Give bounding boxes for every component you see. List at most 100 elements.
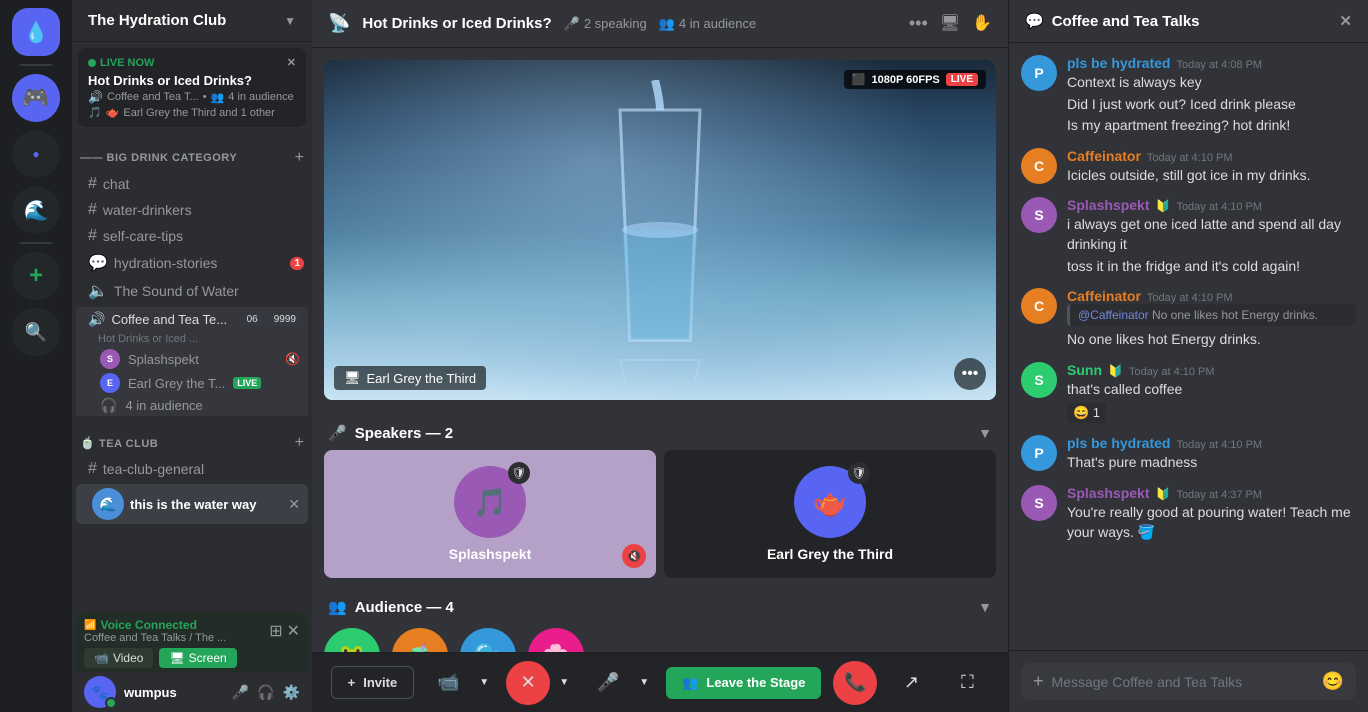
msg-quote: @Caffeinator No one likes hot Energy dri… bbox=[1067, 304, 1356, 326]
audience-grid: 🐸 🧋 🫧 🌸 bbox=[324, 624, 996, 652]
category-name-big-drink: —— BIG DRINK CATEGORY bbox=[80, 152, 237, 164]
video-chevron[interactable]: ▼ bbox=[474, 673, 494, 693]
video-label: Video bbox=[113, 651, 143, 665]
voice-member-name-2: Earl Grey the T... bbox=[128, 376, 225, 391]
video-more-btn[interactable]: ••• bbox=[954, 358, 986, 390]
stage-content: 🎤 Speakers — 2 ▼ 🎵 🛡 Splashspekt 🔇 🫖 🛡 bbox=[312, 412, 1008, 652]
dot-sep: • bbox=[203, 91, 207, 103]
audience-count-meta: 👥 4 in audience bbox=[659, 16, 757, 32]
more-options-icon[interactable]: ••• bbox=[909, 13, 928, 34]
channel-water-drinkers[interactable]: # water-drinkers bbox=[72, 197, 312, 223]
camera-chevron[interactable]: ▼ bbox=[554, 673, 574, 693]
speakers-section-header[interactable]: 🎤 Speakers — 2 ▼ bbox=[324, 412, 996, 450]
hash-icon-3: # bbox=[88, 227, 97, 245]
mic-icon[interactable]: 🎤 bbox=[232, 684, 249, 701]
stage-actions: ••• 🖥 ✋ bbox=[909, 13, 992, 34]
speakers-label: Speakers — 2 bbox=[355, 425, 453, 442]
resolution-text: 1080P 60FPS bbox=[871, 74, 939, 86]
speaker-shield-earl: 🛡 bbox=[848, 462, 870, 484]
chat-input[interactable] bbox=[1052, 674, 1314, 690]
fullscreen-icon: ⛶ bbox=[961, 672, 974, 693]
chat-header: 💬 Coffee and Tea Talks ✕ bbox=[1009, 0, 1368, 43]
invite-button[interactable]: + Invite bbox=[331, 666, 415, 699]
raise-hand-icon[interactable]: ✋ bbox=[972, 13, 992, 34]
video-footer-btn[interactable]: 📹 bbox=[426, 661, 470, 705]
leave-stage-button[interactable]: 👥 Leave the Stage bbox=[666, 667, 821, 699]
channel-name-5: The Sound of Water bbox=[114, 283, 304, 299]
mic-footer-btn[interactable]: 🎤 bbox=[586, 661, 630, 705]
audience-title: 👥 Audience — 4 bbox=[328, 598, 454, 616]
water-way-info: this is the water way bbox=[130, 497, 282, 512]
vc-disconnect-icon[interactable]: ✕ bbox=[287, 621, 300, 641]
voice-member-splash[interactable]: S Splashspekt 🔇 bbox=[76, 347, 308, 371]
server-icon-label2: 🌊 bbox=[24, 198, 49, 223]
msg-content-6: pls be hydrated Today at 4:10 PM That's … bbox=[1067, 435, 1356, 473]
mic-chevron[interactable]: ▼ bbox=[634, 673, 654, 693]
channel-chat[interactable]: # chat bbox=[72, 171, 312, 197]
msg-text-7: You're really good at pouring water! Tea… bbox=[1067, 503, 1356, 542]
stage-title: Hot Drinks or Iced Drinks? bbox=[362, 15, 551, 32]
leave-label: Leave the Stage bbox=[706, 675, 805, 690]
speaker-name-text: Earl Grey the Third bbox=[367, 371, 477, 386]
msg-content-1: pls be hydrated Today at 4:08 PM Context… bbox=[1067, 55, 1356, 136]
water-way-close[interactable]: ✕ bbox=[288, 496, 300, 513]
signal-icon: 📶 bbox=[84, 620, 96, 631]
msg-header-7: Splashspekt 🔰 Today at 4:37 PM bbox=[1067, 485, 1356, 501]
server-icon-3[interactable]: 🌊 bbox=[12, 186, 60, 234]
sidebar-header[interactable]: The Hydration Club ▼ bbox=[72, 0, 312, 42]
chat-message-4: C Caffeinator Today at 4:10 PM @Caffeina… bbox=[1021, 288, 1356, 350]
chat-close-btn[interactable]: ✕ bbox=[1339, 12, 1352, 30]
vc-title: Voice Connected bbox=[100, 618, 196, 632]
voice-channel-header[interactable]: 🔊 Coffee and Tea Te... 06 9999 bbox=[76, 307, 308, 332]
live-banner-close[interactable]: ✕ bbox=[287, 56, 296, 69]
end-call-btn[interactable]: 📞 bbox=[833, 661, 877, 705]
explore-btn[interactable]: 🔍 bbox=[12, 308, 60, 356]
hashtag-icon: 🔊 bbox=[88, 90, 103, 104]
chat-input-wrap: + 😊 bbox=[1021, 663, 1356, 700]
emoji-btn[interactable]: 😊 bbox=[1322, 671, 1344, 692]
user-info: wumpus bbox=[124, 685, 224, 700]
channel-self-care[interactable]: # self-care-tips bbox=[72, 223, 312, 249]
settings-icon[interactable]: ⚙️ bbox=[283, 684, 300, 701]
tea-category-add[interactable]: + bbox=[295, 434, 304, 452]
channel-name: chat bbox=[103, 176, 304, 192]
category-tea-club: 🍵 TEA CLUB + bbox=[72, 418, 312, 456]
headphone-icon-2[interactable]: 🎧 bbox=[257, 684, 274, 701]
category-add-btn[interactable]: + bbox=[295, 149, 304, 167]
server-icon-discord[interactable]: 🎮 bbox=[12, 74, 60, 122]
msg-author-4: Caffeinator bbox=[1067, 288, 1141, 304]
channel-tea-general[interactable]: # tea-club-general bbox=[72, 456, 312, 482]
msg-text-3a: i always get one iced latte and spend al… bbox=[1067, 215, 1356, 254]
channels-list: —— BIG DRINK CATEGORY + # chat # water-d… bbox=[72, 129, 312, 612]
voice-member-name: Splashspekt bbox=[128, 352, 199, 367]
vc-expand-icon[interactable]: ⊞ bbox=[269, 621, 282, 641]
channel-name-4: hydration-stories bbox=[114, 255, 285, 271]
channel-name-tea: tea-club-general bbox=[103, 461, 304, 477]
speaker-mute-splash: 🔇 bbox=[622, 544, 646, 568]
add-server-btn[interactable]: + bbox=[12, 252, 60, 300]
msg-text-1c: Is my apartment freezing? hot drink! bbox=[1067, 116, 1356, 136]
channel-hydration-stories[interactable]: 💬 hydration-stories 1 bbox=[72, 249, 312, 277]
stage-topbar-icon: 📡 bbox=[328, 13, 350, 34]
people-meta-icon: 👥 bbox=[659, 16, 675, 32]
server-icon-hydration[interactable]: 💧 bbox=[12, 8, 60, 56]
fullscreen-btn[interactable]: ⛶ bbox=[945, 661, 989, 705]
channel-water-way[interactable]: 🌊 this is the water way ✕ bbox=[76, 484, 308, 524]
screen-btn[interactable]: 🖥 Screen bbox=[159, 648, 236, 668]
voice-member-earl[interactable]: E Earl Grey the T... LIVE bbox=[76, 371, 308, 395]
add-attachment-icon[interactable]: + bbox=[1033, 671, 1044, 692]
boost-badge-5: 🔰 bbox=[1108, 364, 1123, 378]
screen-view-icon[interactable]: 🖥 bbox=[940, 13, 960, 34]
msg-reaction-5[interactable]: 😄 1 bbox=[1067, 399, 1356, 423]
server-icon-2[interactable]: ● bbox=[12, 130, 60, 178]
channel-sound-of-water[interactable]: 🔈 The Sound of Water bbox=[72, 277, 312, 305]
msg-author-7: Splashspekt bbox=[1067, 485, 1149, 501]
expand-btn[interactable]: ↗ bbox=[889, 661, 933, 705]
audience-section-header[interactable]: 👥 Audience — 4 ▼ bbox=[324, 586, 996, 624]
camera-off-btn[interactable]: ✕ bbox=[506, 661, 550, 705]
msg-header-1: pls be hydrated Today at 4:08 PM bbox=[1067, 55, 1356, 71]
server-separator-2 bbox=[20, 242, 52, 244]
video-btn[interactable]: 📹 Video bbox=[84, 648, 153, 668]
speakers-chevron: ▼ bbox=[978, 425, 992, 441]
msg-text-4: No one likes hot Energy drinks. bbox=[1067, 330, 1356, 350]
